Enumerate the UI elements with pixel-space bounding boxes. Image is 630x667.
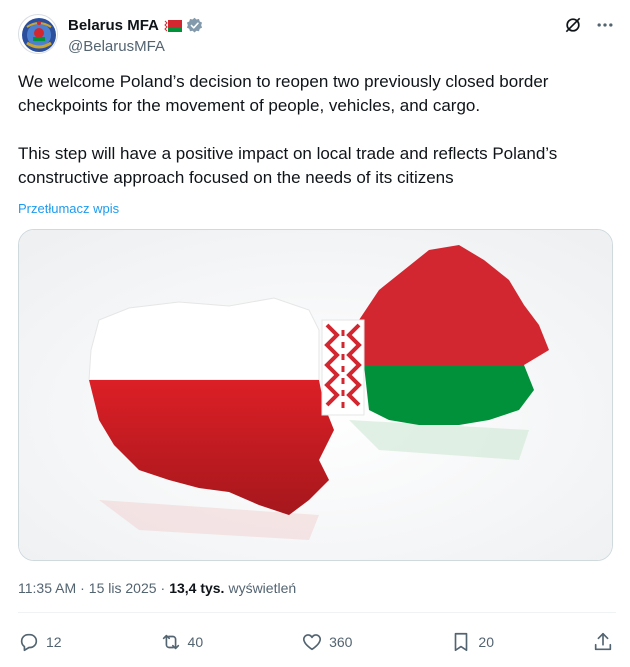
share-button[interactable] (592, 631, 614, 653)
share-icon (594, 632, 612, 651)
tweet-text: We welcome Poland’s decision to reopen t… (18, 72, 558, 187)
reply-icon (20, 633, 38, 652)
meta-separator: · (160, 580, 166, 596)
verified-badge-icon[interactable] (186, 17, 203, 34)
bookmark-button[interactable]: 20 (450, 631, 494, 653)
repost-count: 40 (187, 634, 204, 650)
tweet-date[interactable]: 15 lis 2025 (89, 580, 157, 596)
belarus-flag-icon (163, 19, 182, 32)
tweet-time[interactable]: 11:35 AM (18, 580, 76, 596)
account-name[interactable]: Belarus MFA (68, 17, 159, 34)
bookmark-icon (455, 632, 468, 652)
reply-button[interactable]: 12 (18, 631, 62, 653)
translate-link[interactable]: Przetłumacz wpis (18, 201, 119, 216)
belarus-emblem-icon (22, 18, 56, 52)
tweet-image[interactable] (18, 229, 613, 561)
reply-count: 12 (46, 634, 62, 650)
views-label: wyświetleń (228, 580, 297, 596)
like-count: 360 (329, 634, 353, 650)
repost-button[interactable]: 40 (160, 631, 204, 653)
divider (18, 612, 616, 613)
heart-icon (303, 634, 322, 651)
header-actions (562, 14, 616, 36)
bookmark-count: 20 (478, 634, 494, 650)
tweet-header: Belarus MFA @BelarusMFA (18, 14, 616, 58)
like-button[interactable]: 360 (301, 631, 352, 653)
account-names: Belarus MFA @BelarusMFA (68, 15, 203, 55)
views-count: 13,4 tys. (169, 580, 225, 596)
avatar[interactable] (18, 14, 58, 54)
more-icon[interactable] (594, 14, 616, 36)
tweet-meta: 11:35 AM · 15 lis 2025 · 13,4 tys. wyświ… (18, 580, 296, 596)
account-handle[interactable]: @BelarusMFA (68, 38, 203, 55)
meta-separator: · (80, 580, 85, 596)
tweet-actions: 12 40 360 20 (18, 626, 614, 658)
poland-belarus-map-image (19, 230, 612, 560)
grok-icon[interactable] (562, 14, 584, 36)
repost-icon (162, 634, 179, 650)
